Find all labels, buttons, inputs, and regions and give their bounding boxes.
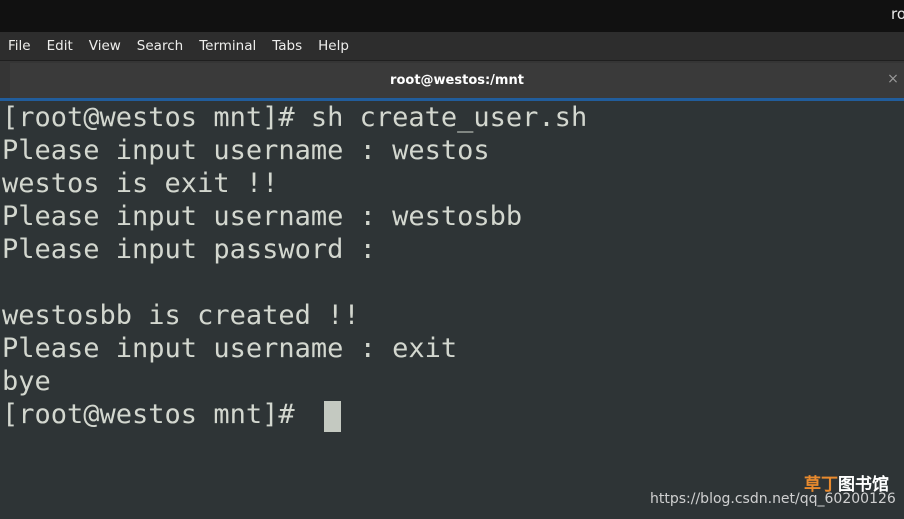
system-top-bar: ro <box>0 0 904 32</box>
terminal-prompt-line: [root@westos mnt]# <box>2 399 311 430</box>
terminal-line: Please input username : exit <box>2 333 458 364</box>
menu-terminal[interactable]: Terminal <box>199 38 256 54</box>
terminal-line: bye <box>2 366 51 397</box>
terminal-line: Please input password : <box>2 234 376 265</box>
top-bar-user-label[interactable]: ro <box>891 5 904 23</box>
tab-terminal[interactable]: root@westos:/mnt × <box>10 63 904 99</box>
menu-bar: File Edit View Search Terminal Tabs Help <box>0 32 904 61</box>
terminal-line: [root@westos mnt]# sh create_user.sh <box>2 102 588 133</box>
menu-view[interactable]: View <box>89 38 121 54</box>
tab-title: root@westos:/mnt <box>390 73 524 88</box>
menu-help[interactable]: Help <box>318 38 349 54</box>
terminal-line: westosbb is created !! <box>2 300 360 331</box>
terminal-line: westos is exit !! <box>2 168 279 199</box>
menu-search[interactable]: Search <box>137 38 183 54</box>
tab-bar: root@westos:/mnt × <box>0 61 904 101</box>
terminal-cursor <box>324 401 341 432</box>
terminal-line: Please input username : westosbb <box>2 201 523 232</box>
terminal-output[interactable]: [root@westos mnt]# sh create_user.sh Ple… <box>0 101 904 519</box>
menu-edit[interactable]: Edit <box>47 38 73 54</box>
close-icon[interactable]: × <box>886 72 900 86</box>
menu-file[interactable]: File <box>8 38 31 54</box>
terminal-line: Please input username : westos <box>2 135 490 166</box>
menu-tabs[interactable]: Tabs <box>272 38 302 54</box>
watermark-url: https://blog.csdn.net/qq_60200126 <box>650 491 896 507</box>
